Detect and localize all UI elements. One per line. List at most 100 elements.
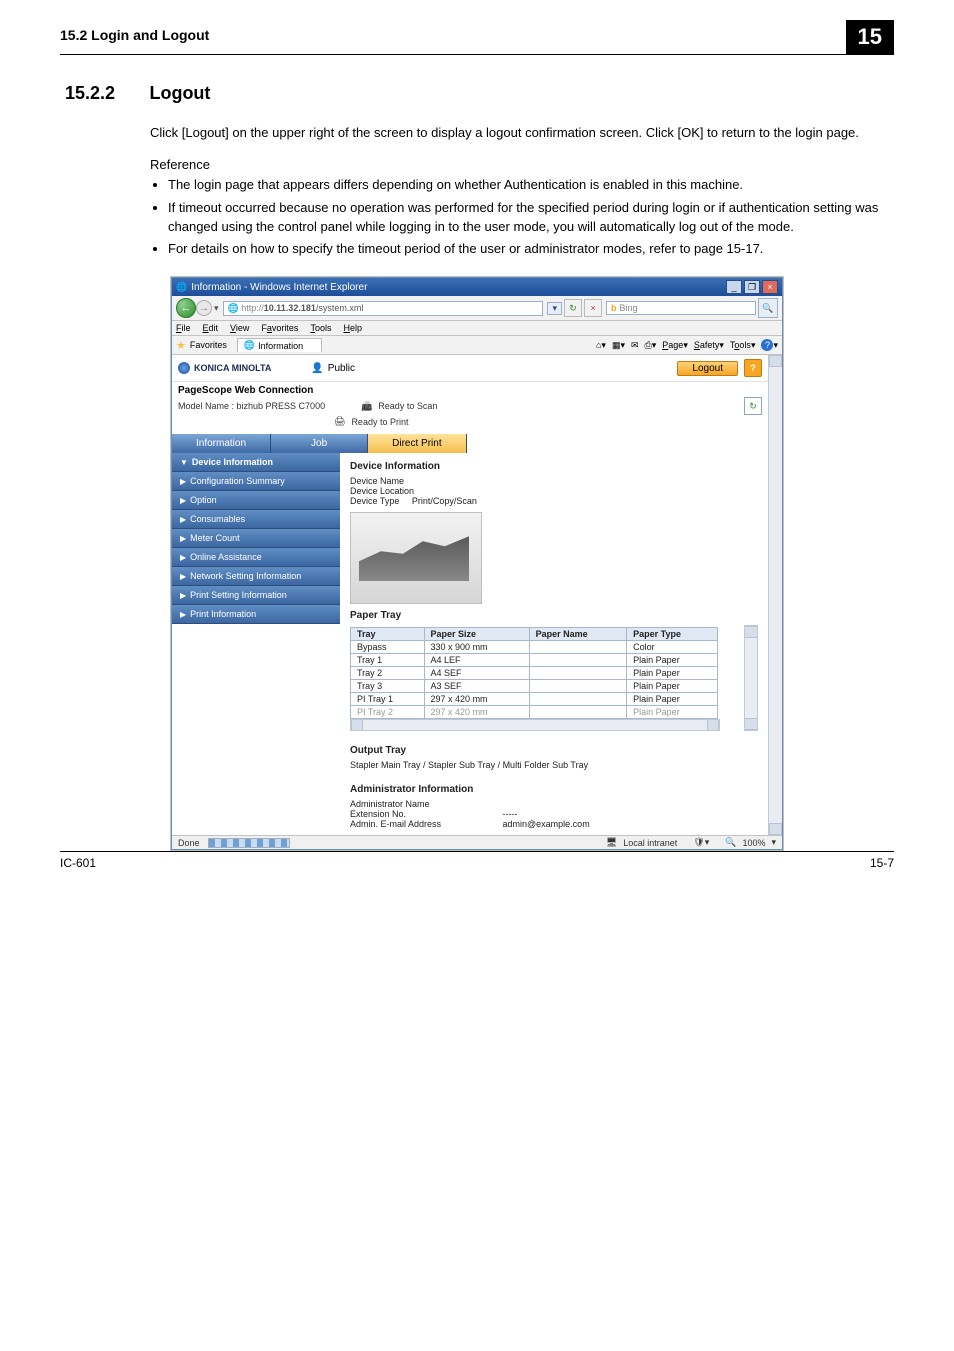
help-icon[interactable]: ? [761,339,773,351]
chevron-down-icon[interactable]: ▾ [773,340,778,351]
footer-page-number: 15-7 [870,856,894,870]
url-dropdown-icon[interactable]: ▾ [547,302,562,315]
brand-text: KONICA MINOLTA [194,363,271,373]
window-titlebar[interactable]: 🌐 Information - Windows Internet Explore… [172,278,782,296]
back-button[interactable]: ← [176,298,196,318]
reference-item: If timeout occurred because no operation… [168,199,894,237]
maximize-button[interactable]: ❐ [744,280,760,294]
menu-tools[interactable]: Tools [310,323,331,333]
public-user-label: 👤 Public [311,363,355,374]
menu-help[interactable]: Help [343,323,362,333]
zoom-level[interactable]: 100% [742,838,765,848]
sidebar: ▼Device Information ▶Configuration Summa… [172,453,340,835]
tab-information[interactable]: Information [172,434,271,453]
zone-label: Local intranet [623,838,677,848]
mail-icon[interactable]: ✉ [631,340,639,351]
paper-tray-table: Tray Paper Size Paper Name Paper Type By… [350,627,718,719]
minimize-button[interactable]: _ [726,280,742,294]
body-paragraph: Click [Logout] on the upper right of the… [150,124,894,143]
search-field[interactable]: b Bing [606,301,756,315]
tab-title: Information [258,341,303,351]
user-icon: 👤 [311,363,323,374]
cmdbar-page[interactable]: Page [662,340,683,350]
page-footer: IC-601 15-7 [60,851,894,870]
page-vertical-scrollbar[interactable] [768,355,782,835]
search-go-button[interactable]: 🔍 [758,298,778,318]
address-bar: ← → ▾ 🌐 http://10.11.32.181/system.xml ▾… [172,296,782,321]
table-row: Bypass330 x 900 mmColor [351,641,718,654]
th-size: Paper Size [424,628,529,641]
refresh-button[interactable]: ↻ [564,299,582,317]
favorites-label[interactable]: Favorites [190,340,227,350]
status-refresh-button[interactable]: ↻ [744,397,762,415]
status-scan: Ready to Scan [378,401,437,411]
heading-admin-info: Administrator Information [350,784,758,795]
favorites-bar: ★ Favorites 🌐 Information ⌂ ▾ ▦ ▾ ✉ ⎙ ▾ … [172,336,782,355]
tab-job[interactable]: Job [271,434,368,453]
main-panel: Device Information Device Name Device Lo… [340,453,768,835]
feeds-icon[interactable]: ▦ [612,340,621,351]
menu-view[interactable]: View [230,323,249,333]
vertical-scrollbar[interactable] [744,625,758,731]
url-host: 10.11.32.181 [264,303,316,313]
chevron-down-icon[interactable]: ▾ [751,340,756,351]
device-type-row: Device Type Print/Copy/Scan [350,496,758,506]
sidebar-item-meter-count[interactable]: ▶Meter Count [172,529,340,548]
sidebar-item-device-information[interactable]: ▼Device Information [172,453,340,472]
close-button[interactable]: × [762,280,778,294]
device-name-row: Device Name [350,476,758,486]
globe-icon [178,362,190,374]
sidebar-item-network-setting[interactable]: ▶Network Setting Information [172,567,340,586]
cmdbar-safety[interactable]: Safety [694,340,720,350]
url-field[interactable]: 🌐 http://10.11.32.181/system.xml [223,301,544,316]
menu-favorites[interactable]: Favorites [261,323,298,333]
protected-mode-icon[interactable]: 🛡▾ [693,837,709,848]
bing-icon: b [611,303,617,313]
th-tray: Tray [351,628,425,641]
reference-heading: Reference [150,157,894,172]
sidebar-item-print-information[interactable]: ▶Print Information [172,605,340,624]
sidebar-item-configuration-summary[interactable]: ▶Configuration Summary [172,472,340,491]
footer-product: IC-601 [60,856,870,870]
print-icon[interactable]: ⎙ [645,340,652,351]
menu-bar: FFileile Edit View Favorites Tools Help [172,321,782,336]
sidebar-item-print-setting[interactable]: ▶Print Setting Information [172,586,340,605]
sidebar-item-online-assistance[interactable]: ▶Online Assistance [172,548,340,567]
favorites-star-icon[interactable]: ★ [176,339,186,352]
heading-output-tray: Output Tray [350,745,758,756]
output-tray-text: Stapler Main Tray / Stapler Sub Tray / M… [350,760,758,770]
logout-button[interactable]: Logout [677,361,738,376]
browser-tab[interactable]: 🌐 Information [237,338,322,352]
help-button[interactable]: ? [744,359,762,377]
content-area: KONICA MINOLTA 👤 Public Logout ? PageSco… [172,355,782,835]
chevron-down-icon[interactable]: ▾ [601,340,606,351]
table-row: Tray 1A4 LEFPlain Paper [351,654,718,667]
menu-edit[interactable]: Edit [203,323,219,333]
chevron-down-icon[interactable]: ▾ [683,340,688,351]
ie-statusbar: Done 🖥 Local intranet 🛡▾ 🔍 100% ▾ [172,835,782,849]
zoom-icon[interactable]: 🔍 [725,837,736,848]
section-number: 15.2.2 [65,83,145,104]
horizontal-scrollbar[interactable] [350,719,720,731]
cmdbar-tools[interactable]: Tools [730,340,751,350]
chevron-down-icon[interactable]: ▾ [652,340,657,351]
sidebar-item-option[interactable]: ▶Option [172,491,340,510]
url-path: /system.xml [316,303,364,313]
status-text: Done [178,838,200,848]
reference-list: The login page that appears differs depe… [150,176,894,259]
tab-direct-print[interactable]: Direct Print [368,434,466,453]
admin-ext-row: Extension No. ----- [350,809,758,819]
table-row: Tray 2A4 SEFPlain Paper [351,667,718,680]
chevron-down-icon[interactable]: ▾ [620,340,625,351]
chevron-down-icon[interactable]: ▾ [771,837,776,848]
menu-file[interactable]: FFileile [176,323,191,333]
chevron-down-icon[interactable]: ▾ [719,340,724,351]
forward-button[interactable]: → [196,300,212,316]
history-dropdown-icon[interactable]: ▾ [214,303,219,314]
status-print: Ready to Print [351,417,408,427]
admin-email-row: Admin. E-mail Address admin@example.com [350,819,758,829]
stop-button[interactable]: × [584,299,602,317]
sidebar-item-consumables[interactable]: ▶Consumables [172,510,340,529]
tab-favicon: 🌐 [244,340,255,351]
device-status-panel: PageScope Web Connection Model Name : bi… [172,382,768,430]
